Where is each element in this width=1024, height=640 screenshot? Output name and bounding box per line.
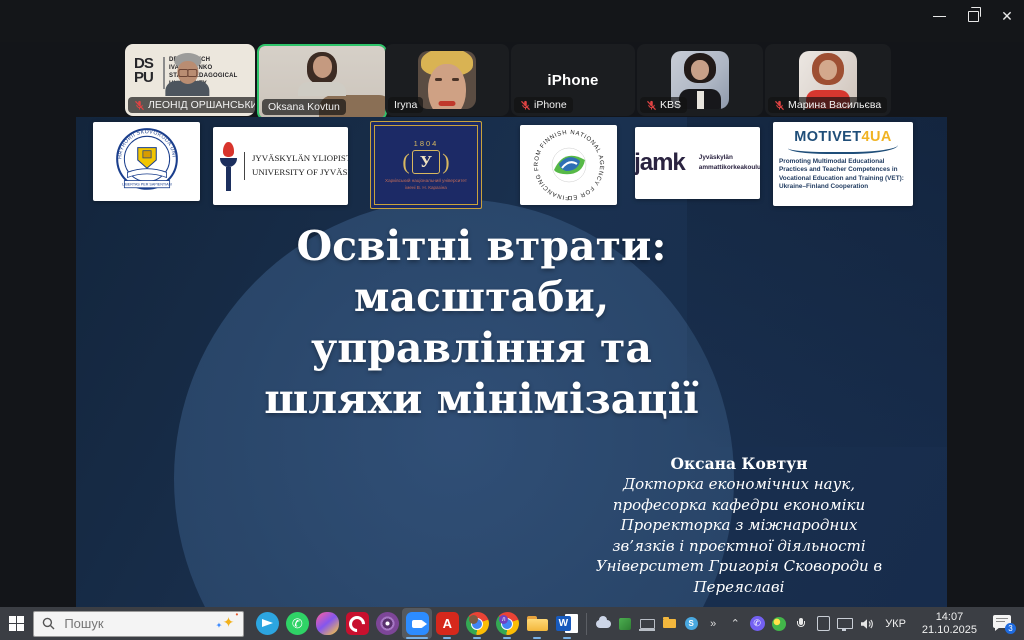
- torch-icon: [220, 142, 237, 191]
- close-button[interactable]: ✕: [990, 0, 1024, 32]
- taskbar-telegram[interactable]: [252, 608, 282, 639]
- microphone-tray-icon[interactable]: [793, 616, 809, 632]
- clock[interactable]: 14:07 21.10.2025: [922, 611, 977, 636]
- notification-center-button[interactable]: 3: [993, 615, 1014, 632]
- tor-browser-icon: [376, 612, 399, 635]
- red-crescent-icon: [346, 612, 369, 635]
- taskbar-chrome-profile2[interactable]: л: [492, 608, 522, 639]
- participant-tile-leonid[interactable]: DSPU DROHOBYCH IVAN FRANKO STATE PEDAGOG…: [125, 44, 255, 116]
- taskbar-zoom[interactable]: [402, 608, 432, 639]
- search-icon: [42, 617, 55, 630]
- dspu-logo-text: DSPU: [134, 57, 156, 85]
- logo-motivet4ua: MOTIVET4UA Promoting Multimodal Educatio…: [773, 122, 913, 206]
- logo-jamk: jamk Jyväskylän ammattikorkeakoulu: [635, 127, 760, 199]
- taskbar-gradient-app[interactable]: [312, 608, 342, 639]
- logo-karazin-university: 1804 ( У ) Харківський національний унів…: [370, 121, 482, 209]
- taskbar-chrome-profile1[interactable]: [462, 608, 492, 639]
- file-explorer-icon: [526, 612, 549, 635]
- whatsapp-icon: ✆: [286, 612, 309, 635]
- muted-mic-icon: [134, 100, 145, 111]
- restore-button[interactable]: [956, 0, 990, 32]
- muted-mic-icon: [646, 100, 657, 111]
- participant-tile-maryna[interactable]: Марина Васильєва: [765, 44, 891, 116]
- logo-university-of-jyvaskyla: JYVÄSKYLÄN YLIOPISTO UNIVERSITY OF JYVÄS…: [213, 127, 348, 205]
- slide-author-block: Оксана Ковтун Докторка економічних наук,…: [539, 453, 939, 597]
- search-input[interactable]: [62, 615, 196, 632]
- windows-taskbar: ✦ ✆ A л S » ⌃ ✆ УКР 14:07 21.10.2025: [0, 607, 1024, 640]
- participant-name-label: KBS: [640, 97, 687, 113]
- tray-date: 21.10.2025: [922, 624, 977, 637]
- taskbar-whatsapp[interactable]: ✆: [282, 608, 312, 639]
- laurel-right: ): [442, 151, 449, 173]
- presentation-slide: HRYHORII SKOVORODA UNIVERSITY IN PEREIAS…: [76, 117, 947, 607]
- taskbar-search[interactable]: ✦: [33, 611, 244, 637]
- skype-tray-icon[interactable]: S: [683, 616, 699, 632]
- participant-name-label: Iryna: [388, 97, 423, 113]
- taskbar-file-explorer[interactable]: [522, 608, 552, 639]
- slide-title: Освітні втрати: масштаби, управління та …: [76, 221, 887, 425]
- muted-mic-icon: [520, 100, 531, 111]
- tray-time: 14:07: [922, 611, 977, 624]
- taskbar-red-browser[interactable]: [342, 608, 372, 639]
- acrobat-icon: A: [436, 612, 459, 635]
- network-display-icon[interactable]: [837, 616, 853, 632]
- participant-tile-iphone[interactable]: iPhone iPhone: [511, 44, 635, 116]
- participant-name-label: Oksana Kovtun: [262, 99, 346, 115]
- close-icon: ✕: [1001, 9, 1013, 23]
- start-button[interactable]: [0, 607, 33, 640]
- language-indicator[interactable]: УКР: [885, 618, 906, 630]
- zoom-icon: [406, 612, 429, 635]
- participant-tile-kbs[interactable]: KBS: [637, 44, 763, 116]
- muted-mic-icon: [774, 100, 785, 111]
- notification-badge: 3: [1005, 623, 1016, 634]
- gradient-drop-icon: [316, 612, 339, 635]
- laptop-tray-icon[interactable]: [639, 616, 655, 632]
- restore-icon: [968, 11, 979, 22]
- overflow-chevron-icon[interactable]: »: [705, 616, 721, 632]
- minimize-button[interactable]: [922, 0, 956, 32]
- logo-finnish-national-agency: FINANCING FROM FINNISH NATIONAL AGENCY F…: [520, 125, 617, 205]
- participant-name-label: iPhone: [514, 97, 573, 113]
- volume-icon[interactable]: [859, 616, 875, 632]
- taskbar-word[interactable]: [552, 608, 582, 639]
- participant-video-person: [298, 52, 346, 96]
- green-dot-tray-icon[interactable]: [771, 616, 787, 632]
- copilot-sparkle-icon: ✦: [223, 615, 235, 629]
- telegram-icon: [256, 612, 279, 635]
- onedrive-icon[interactable]: [595, 616, 611, 632]
- taskbar-acrobat[interactable]: A: [432, 608, 462, 639]
- windows-logo-icon: [9, 616, 24, 631]
- participant-video-person: [165, 53, 209, 96]
- taskbar-tor-browser[interactable]: [372, 608, 402, 639]
- tablet-mode-icon[interactable]: [815, 616, 831, 632]
- participant-name-label: Марина Васильєва: [768, 97, 887, 113]
- window-titlebar: ✕: [0, 0, 1024, 42]
- participant-tile-iryna[interactable]: Iryna: [385, 44, 509, 116]
- logo1-motto: LIBERTAS PER SAPIENTIAM: [122, 183, 171, 187]
- green-app-tray-icon[interactable]: [617, 616, 633, 632]
- participant-name-label: ЛЕОНІД ОРШАНСЬКИЙ: [128, 97, 255, 113]
- viber-tray-icon[interactable]: ✆: [749, 616, 765, 632]
- logo-skovoroda-university: HRYHORII SKOVORODA UNIVERSITY IN PEREIAS…: [93, 122, 200, 201]
- participant-tile-oksana-kovtun[interactable]: Oksana Kovtun: [257, 44, 387, 120]
- author-name: Оксана Ковтун: [539, 453, 939, 474]
- word-icon: [556, 612, 579, 635]
- minimize-icon: [933, 16, 946, 17]
- avatar: [418, 51, 476, 109]
- motivet-swoosh: [788, 145, 898, 154]
- taskbar-separator: [586, 613, 587, 635]
- laurel-left: (: [402, 151, 409, 173]
- folder-tray-icon[interactable]: [661, 616, 677, 632]
- show-hidden-icons-button[interactable]: ⌃: [727, 616, 743, 632]
